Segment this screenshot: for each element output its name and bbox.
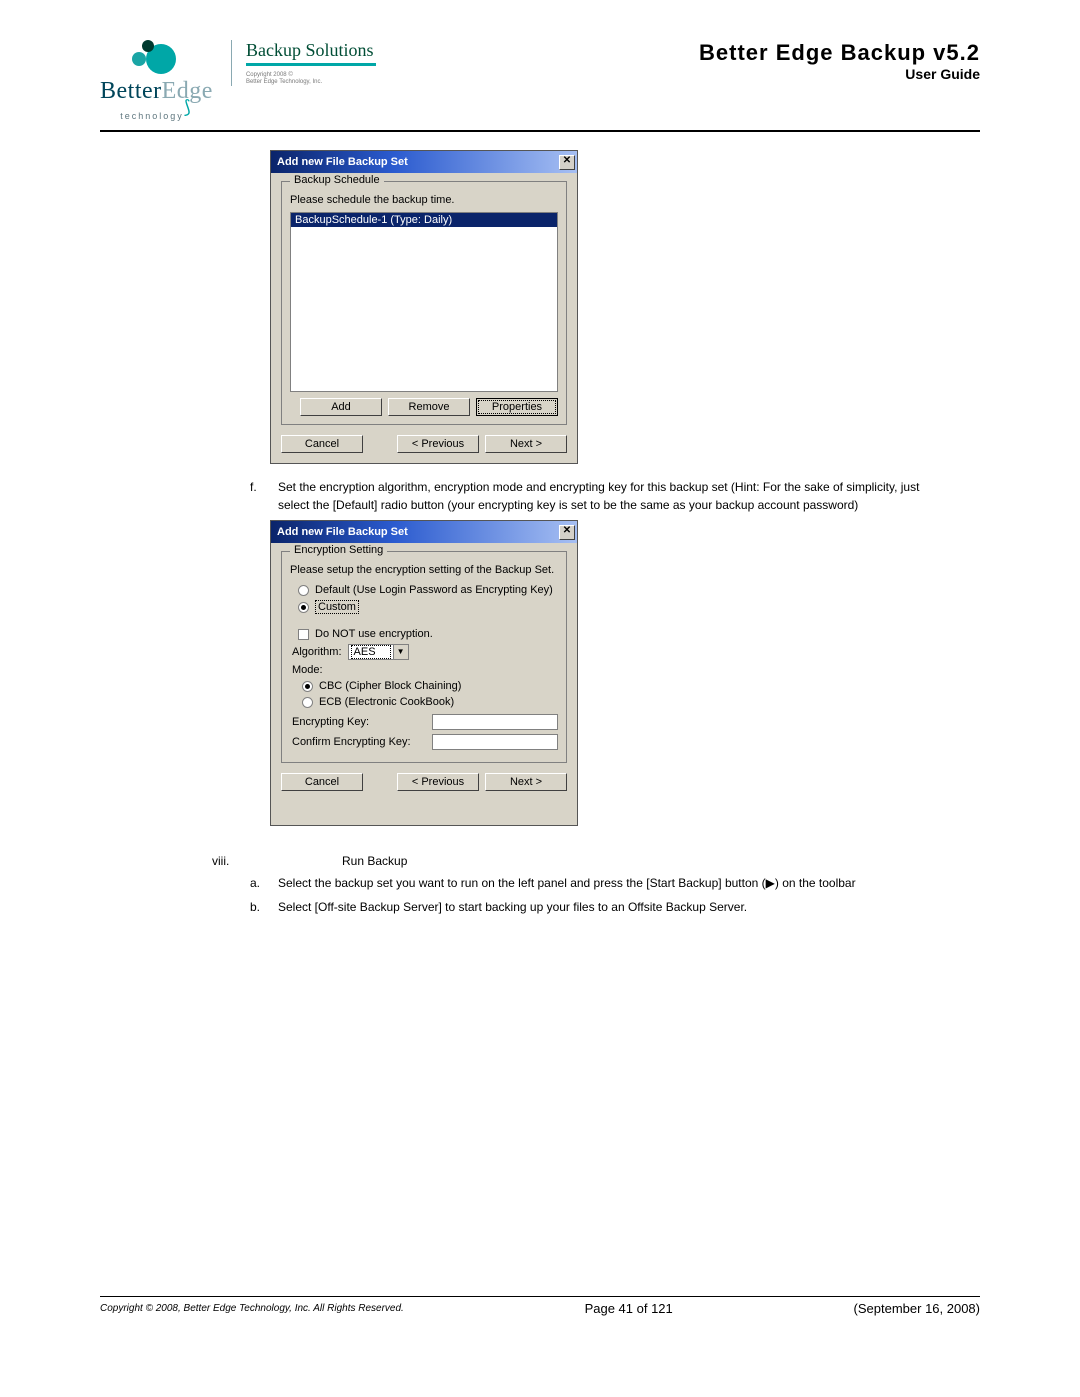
previous-button[interactable]: < Previous (397, 435, 479, 453)
radio-icon[interactable] (302, 681, 313, 692)
encryption-instruction: Please setup the encryption setting of t… (290, 564, 558, 576)
dialog-backup-schedule: Add new File Backup Set ✕ Backup Schedul… (270, 150, 578, 464)
logo-mark (132, 40, 180, 76)
schedule-item-selected[interactable]: BackupSchedule-1 (Type: Daily) (291, 213, 557, 227)
schedule-listbox[interactable]: BackupSchedule-1 (Type: Daily) (290, 212, 558, 392)
section-viii: viii. Run Backup (100, 854, 980, 868)
radio-default[interactable]: Default (Use Login Password as Encryptin… (290, 582, 558, 598)
add-button[interactable]: Add (300, 398, 382, 416)
fieldset-legend: Backup Schedule (290, 174, 384, 186)
tiny-copyright-2: Better Edge Technology, Inc. (246, 79, 376, 86)
radio-mode-ecb[interactable]: ECB (Electronic CookBook) (290, 694, 558, 710)
dialog-encryption-setting: Add new File Backup Set ✕ Encryption Set… (270, 520, 578, 826)
schedule-instruction: Please schedule the backup time. (290, 194, 558, 206)
cancel-button[interactable]: Cancel (281, 435, 363, 453)
encrypting-key-input[interactable] (432, 714, 558, 730)
radio-icon[interactable] (298, 602, 309, 613)
confirm-key-input[interactable] (432, 734, 558, 750)
step-b: b. Select [Off-site Backup Server] to st… (100, 898, 980, 916)
step-marker: b. (100, 898, 278, 916)
chevron-down-icon[interactable]: ▼ (393, 645, 408, 659)
close-icon[interactable]: ✕ (559, 155, 575, 170)
section-marker: viii. (100, 854, 342, 868)
confirm-key-label: Confirm Encrypting Key: (292, 736, 428, 748)
radio-icon[interactable] (302, 697, 313, 708)
checkbox-no-encryption-label: Do NOT use encryption. (315, 628, 433, 640)
step-marker: f. (100, 478, 278, 514)
radio-custom-label: Custom (315, 600, 359, 614)
user-guide-label: User Guide (699, 66, 980, 82)
algorithm-label: Algorithm: (292, 646, 342, 658)
step-marker: a. (100, 874, 278, 892)
previous-button[interactable]: < Previous (397, 773, 479, 791)
fieldset-legend: Encryption Setting (290, 544, 387, 556)
brand-name: BetterEdge (100, 78, 213, 105)
mode-label: Mode: (292, 664, 323, 676)
step-text: Select the backup set you want to run on… (278, 874, 980, 892)
dialog-titlebar: Add new File Backup Set ✕ (271, 521, 577, 543)
cancel-button[interactable]: Cancel (281, 773, 363, 791)
page-footer: Copyright © 2008, Better Edge Technology… (100, 1296, 980, 1316)
radio-cbc-label: CBC (Cipher Block Chaining) (319, 680, 461, 692)
dialog-title: Add new File Backup Set (277, 526, 408, 538)
next-button[interactable]: Next > (485, 435, 567, 453)
product-title: Better Edge Backup v5.2 (699, 40, 980, 66)
encrypting-key-label: Encrypting Key: (292, 716, 428, 728)
footer-date: (September 16, 2008) (854, 1301, 980, 1316)
radio-mode-cbc[interactable]: CBC (Cipher Block Chaining) (290, 678, 558, 694)
algorithm-select[interactable]: AES ▼ (348, 644, 409, 660)
step-f: f. Set the encryption algorithm, encrypt… (100, 478, 980, 514)
tiny-copyright-1: Copyright 2008 © (246, 72, 376, 79)
radio-default-label: Default (Use Login Password as Encryptin… (315, 584, 553, 596)
remove-button[interactable]: Remove (388, 398, 470, 416)
algorithm-value: AES (351, 645, 391, 659)
step-a: a. Select the backup set you want to run… (100, 874, 980, 892)
step-text: Select [Off-site Backup Server] to start… (278, 898, 980, 916)
brand-tag: technology⟆ (100, 103, 213, 124)
next-button[interactable]: Next > (485, 773, 567, 791)
properties-button[interactable]: Properties (476, 398, 558, 416)
page-header: BetterEdge technology⟆ Backup Solutions … (100, 40, 980, 132)
footer-page: Page 41 of 121 (404, 1301, 854, 1316)
dialog-title: Add new File Backup Set (277, 156, 408, 168)
radio-icon[interactable] (298, 585, 309, 596)
checkbox-icon[interactable] (298, 629, 309, 640)
radio-ecb-label: ECB (Electronic CookBook) (319, 696, 454, 708)
brand-block: BetterEdge technology⟆ Backup Solutions … (100, 40, 376, 124)
close-icon[interactable]: ✕ (559, 525, 575, 540)
section-title: Run Backup (342, 854, 980, 868)
dialog-titlebar: Add new File Backup Set ✕ (271, 151, 577, 173)
checkbox-no-encryption[interactable]: Do NOT use encryption. (290, 626, 558, 642)
radio-custom[interactable]: Custom (290, 598, 558, 616)
footer-copyright: Copyright © 2008, Better Edge Technology… (100, 1303, 404, 1314)
step-text: Set the encryption algorithm, encryption… (278, 478, 980, 514)
backup-solutions-title: Backup Solutions (246, 40, 376, 61)
